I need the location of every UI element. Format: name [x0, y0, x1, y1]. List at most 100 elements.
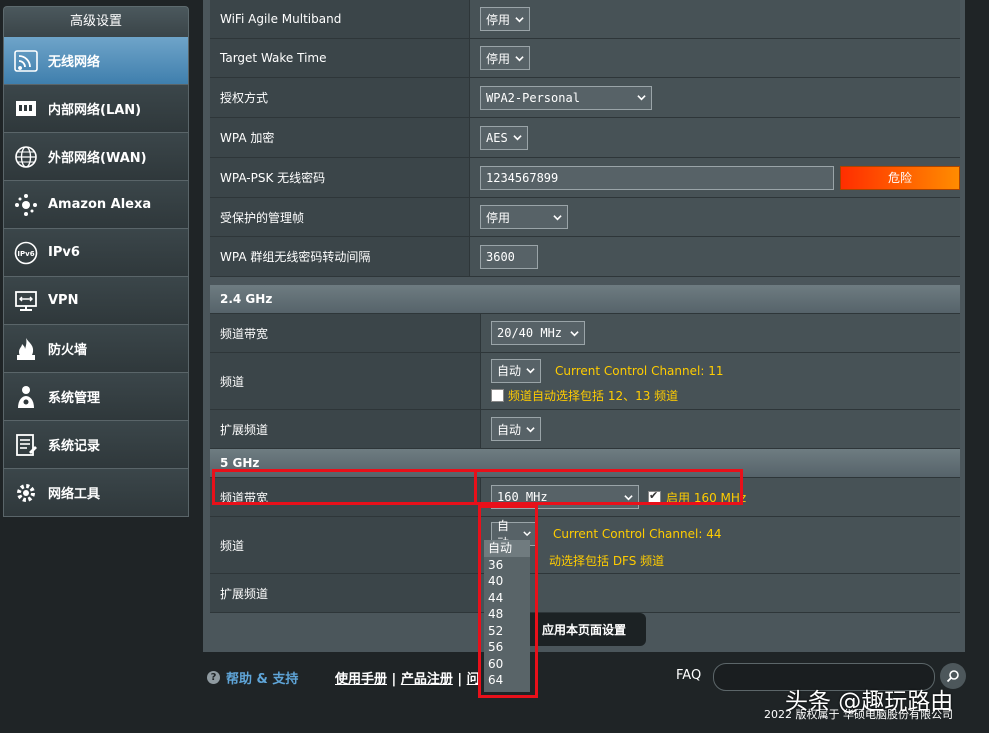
- channel-24-label: 频道: [210, 353, 481, 409]
- chevron-down-icon: [526, 368, 535, 374]
- firewall-icon: [12, 335, 40, 363]
- dropdown-option[interactable]: 56: [484, 639, 530, 656]
- alexa-icon: [12, 191, 40, 219]
- sidebar-item-label: 系统记录: [48, 439, 101, 454]
- sidebar-item-label: VPN: [48, 293, 79, 308]
- sidebar: 高级设置 无线网络 内部网络(LAN) 外部网络(WAN) Amazon Ale…: [3, 6, 189, 517]
- channel-5-dropdown-list: 自动 36 40 44 48 52 56 60 64: [484, 540, 530, 692]
- sidebar-item-alexa[interactable]: Amazon Alexa: [3, 181, 189, 229]
- chevron-down-icon: [515, 55, 524, 61]
- wpa-encryption-select[interactable]: AES: [480, 125, 528, 150]
- sidebar-item-label: 系统管理: [48, 391, 101, 406]
- ext-channel-5-label: 扩展频道: [210, 574, 481, 612]
- group-rekey-input[interactable]: 3600: [480, 244, 538, 269]
- agile-multiband-label: WiFi Agile Multiband: [210, 0, 470, 38]
- help-support-link[interactable]: ? 帮助 & 支持: [207, 668, 298, 687]
- sidebar-item-tools[interactable]: 网络工具: [3, 469, 189, 517]
- dropdown-option[interactable]: 64: [484, 672, 530, 689]
- wifi-icon: [12, 47, 40, 75]
- auth-method-label: 授权方式: [210, 78, 470, 117]
- row-5-channel: 频道 自动 Current Control Channel: 44 动选择包括 …: [210, 517, 960, 574]
- bandwidth-5-label: 频道带宽: [210, 478, 481, 516]
- sidebar-item-wan[interactable]: 外部网络(WAN): [3, 133, 189, 181]
- row-agile-multiband: WiFi Agile Multiband 停用: [210, 0, 960, 39]
- bandwidth-5-select[interactable]: 160 MHz: [491, 485, 639, 509]
- sidebar-item-vpn[interactable]: VPN: [3, 277, 189, 325]
- ext-channel-24-select[interactable]: 自动: [491, 417, 541, 441]
- sidebar-item-label: 网络工具: [48, 487, 101, 502]
- globe-icon: [12, 143, 40, 171]
- chevron-down-icon: [526, 426, 535, 432]
- row-24-bandwidth: 频道带宽 20/40 MHz: [210, 314, 960, 353]
- chevron-down-icon: [553, 214, 562, 220]
- ipv6-icon: IPv6: [12, 239, 40, 267]
- sidebar-item-label: Amazon Alexa: [48, 197, 152, 212]
- chevron-down-icon: [523, 531, 531, 537]
- faq-label: FAQ: [676, 668, 702, 683]
- manual-link[interactable]: 使用手册: [335, 672, 387, 687]
- sidebar-item-label: 无线网络: [48, 55, 101, 70]
- twt-label: Target Wake Time: [210, 39, 470, 77]
- sidebar-item-wireless[interactable]: 无线网络: [3, 37, 189, 85]
- auto-include-dfs-label: 动选择包括 DFS 频道: [549, 553, 665, 568]
- agile-multiband-select[interactable]: 停用: [480, 7, 530, 31]
- row-24-ext-channel: 扩展频道 自动: [210, 410, 960, 449]
- vpn-icon: [12, 287, 40, 315]
- register-link[interactable]: 产品注册: [401, 672, 453, 687]
- sidebar-item-label: 内部网络(LAN): [48, 103, 142, 118]
- auth-method-select[interactable]: WPA2-Personal: [480, 85, 652, 110]
- admin-icon: [12, 383, 40, 411]
- enable-160-checkbox[interactable]: [648, 489, 661, 504]
- pmf-select[interactable]: 停用: [480, 205, 568, 229]
- sidebar-item-admin[interactable]: 系统管理: [3, 373, 189, 421]
- bandwidth-24-select[interactable]: 20/40 MHz: [491, 321, 585, 345]
- highlight-frame-divider: [474, 469, 477, 505]
- dropdown-option[interactable]: 36: [484, 557, 530, 574]
- row-auth-method: 授权方式 WPA2-Personal: [210, 78, 960, 118]
- chevron-down-icon: [624, 494, 633, 500]
- tools-icon: [12, 479, 40, 507]
- footer-links: 使用手册 | 产品注册 | 问: [335, 672, 480, 687]
- group-rekey-label: WPA 群组无线密码转动间隔: [210, 237, 470, 276]
- dropdown-option[interactable]: 48: [484, 606, 530, 623]
- dropdown-option[interactable]: 60: [484, 656, 530, 673]
- svg-text:IPv6: IPv6: [17, 250, 34, 258]
- sidebar-item-lan[interactable]: 内部网络(LAN): [3, 85, 189, 133]
- help-icon: ?: [207, 671, 220, 684]
- copyright: 2022 版权属于 华硕电脑股份有限公司: [764, 708, 953, 721]
- row-pmf: 受保护的管理帧 停用: [210, 198, 960, 237]
- row-5-ext-channel: 扩展频道: [210, 574, 960, 613]
- wireless-settings-form: WiFi Agile Multiband 停用 Target Wake Time…: [210, 0, 960, 613]
- chevron-down-icon: [515, 16, 524, 22]
- dropdown-option[interactable]: 自动: [484, 540, 530, 557]
- channel-24-select[interactable]: 自动: [491, 358, 541, 383]
- row-5-bandwidth: 频道带宽 160 MHz 启用 160 MHz: [210, 478, 960, 517]
- sidebar-item-label: 外部网络(WAN): [48, 151, 147, 166]
- sidebar-item-ipv6[interactable]: IPv6 IPv6: [3, 229, 189, 277]
- auto-include-12-13-checkbox[interactable]: [491, 388, 504, 402]
- lan-icon: [12, 95, 40, 123]
- row-wpa-psk: WPA-PSK 无线密码 1234567899 危险: [210, 158, 960, 198]
- sidebar-item-label: IPv6: [48, 245, 80, 260]
- row-wpa-encryption: WPA 加密 AES: [210, 118, 960, 158]
- dropdown-option[interactable]: 52: [484, 623, 530, 640]
- row-group-rekey: WPA 群组无线密码转动间隔 3600: [210, 237, 960, 277]
- dropdown-option[interactable]: 44: [484, 590, 530, 607]
- row-24-channel: 频道 自动 Current Control Channel: 11 频道自动选择…: [210, 353, 960, 410]
- chevron-down-icon: [637, 95, 646, 101]
- password-strength-badge: 危险: [840, 165, 960, 190]
- log-icon: [12, 431, 40, 459]
- wpa-psk-label: WPA-PSK 无线密码: [210, 158, 470, 197]
- auto-include-12-13-label: 频道自动选择包括 12、13 频道: [508, 388, 679, 403]
- sidebar-item-log[interactable]: 系统记录: [3, 421, 189, 469]
- wpa-psk-input[interactable]: 1234567899: [480, 165, 834, 190]
- apply-button[interactable]: 应用本页面设置: [522, 613, 646, 646]
- twt-select[interactable]: 停用: [480, 46, 530, 70]
- search-icon: [946, 670, 959, 683]
- partial-link[interactable]: 问: [467, 672, 480, 687]
- bandwidth-24-label: 频道带宽: [210, 314, 481, 352]
- dropdown-option[interactable]: 40: [484, 573, 530, 590]
- row-target-wake-time: Target Wake Time 停用: [210, 39, 960, 78]
- chevron-down-icon: [513, 135, 522, 141]
- sidebar-item-firewall[interactable]: 防火墙: [3, 325, 189, 373]
